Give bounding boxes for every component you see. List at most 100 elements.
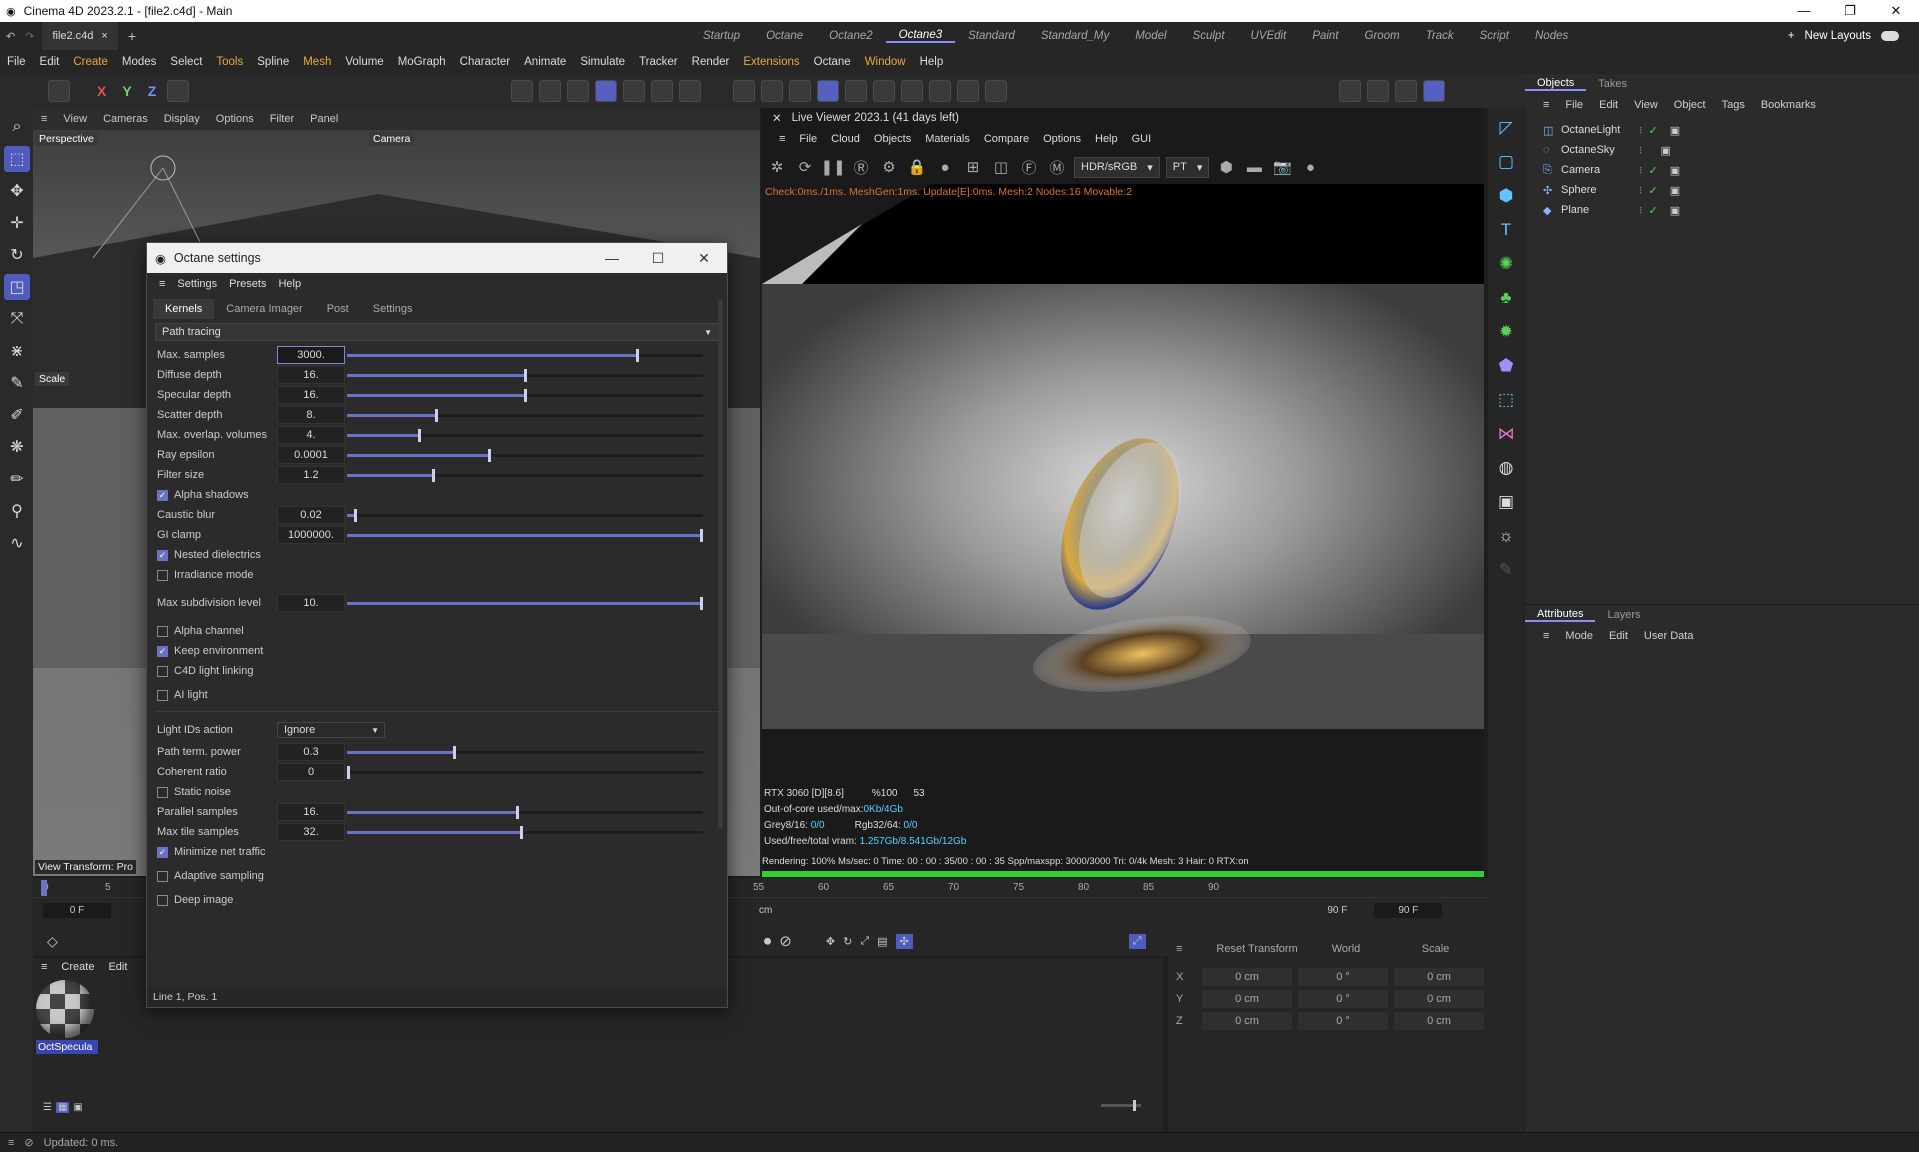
x-axis-toggle[interactable]: X	[92, 83, 111, 99]
add-region-icon[interactable]: ⊞	[962, 156, 984, 178]
slider-knob[interactable]	[354, 508, 358, 522]
edit-icon[interactable]: ✎	[1492, 556, 1520, 584]
model-mode-button[interactable]	[595, 80, 618, 102]
param-key-icon[interactable]: ▤	[877, 935, 887, 948]
param-value-field[interactable]: 32.	[277, 823, 345, 841]
irradiance-mode-row[interactable]: Irradiance mode	[147, 565, 727, 585]
move-icon[interactable]: ✛	[4, 210, 30, 236]
param-slider[interactable]	[347, 596, 703, 610]
viewport-menu-view[interactable]: View	[55, 113, 95, 125]
attributes-menu-edit[interactable]: Edit	[1601, 630, 1636, 642]
render-view-button[interactable]	[1339, 80, 1362, 102]
snap-icon[interactable]: ⋇	[4, 338, 30, 364]
circle-icon[interactable]: ●	[1299, 156, 1321, 178]
param-value-field[interactable]: 10.	[277, 594, 345, 612]
hamburger-icon[interactable]: ≡	[1176, 943, 1182, 955]
sculpt-icon[interactable]: ❋	[4, 434, 30, 460]
layout-tab-track[interactable]: Track	[1413, 30, 1467, 42]
pla-key-icon[interactable]: ✣	[895, 933, 913, 949]
param-slider[interactable]	[347, 448, 703, 462]
render-region-button[interactable]	[845, 80, 868, 102]
z-axis-toggle[interactable]: Z	[143, 83, 162, 99]
visibility-toggle[interactable]: ⁝	[1639, 184, 1643, 197]
list-view-icon[interactable]: ☰	[43, 1102, 52, 1113]
deep-image-checkbox[interactable]	[157, 894, 168, 906]
param-value-field[interactable]: 16.	[277, 803, 345, 821]
viewport-menu-display[interactable]: Display	[156, 113, 208, 125]
layout-tab-standard[interactable]: Standard	[955, 30, 1028, 42]
effector-icon[interactable]: ✹	[1492, 318, 1520, 346]
dialog-scrollbar[interactable]	[718, 299, 723, 829]
asset-button[interactable]	[985, 80, 1008, 102]
param-slider[interactable]	[347, 368, 703, 382]
live-select-icon[interactable]: ✥	[4, 178, 30, 204]
enabled-check-icon[interactable]: ✓	[1649, 164, 1658, 177]
keep-environment-row[interactable]: ✓ Keep environment	[147, 641, 727, 661]
attributes-menu-user-data[interactable]: User Data	[1636, 630, 1702, 642]
objects-menu-view[interactable]: View	[1626, 99, 1666, 111]
param-slider[interactable]	[347, 508, 703, 522]
color-space-select[interactable]: HDR/sRGB ▾	[1074, 156, 1160, 178]
menu-mograph[interactable]: MoGraph	[391, 56, 453, 68]
c4d-light-linking-checkbox[interactable]	[157, 665, 168, 677]
add-tab-icon[interactable]: +	[118, 28, 146, 44]
dialog-tab-settings[interactable]: Settings	[361, 299, 425, 319]
menu-mesh[interactable]: Mesh	[296, 56, 338, 68]
dialog-tab-post[interactable]: Post	[315, 299, 361, 319]
menu-select[interactable]: Select	[163, 56, 209, 68]
param-value-field[interactable]: 8.	[277, 406, 345, 424]
restart-render-icon[interactable]: ⟳	[794, 156, 816, 178]
spline-pen-icon[interactable]: ✎	[4, 370, 30, 396]
mode-select[interactable]: Scale	[1422, 943, 1450, 955]
object-tag-icon[interactable]: ▣	[1670, 124, 1680, 137]
slider-knob[interactable]	[523, 368, 527, 382]
y-axis-toggle[interactable]: Y	[117, 83, 136, 99]
zoom-slider[interactable]	[1101, 1100, 1141, 1111]
menu-file[interactable]: File	[0, 56, 33, 68]
keep-environment-checkbox[interactable]: ✓	[157, 645, 168, 657]
scale-field[interactable]: 0 cm	[1394, 968, 1484, 986]
send-scene-icon[interactable]: ✲	[766, 156, 788, 178]
slider-knob[interactable]	[700, 596, 703, 610]
menu-create[interactable]: Create	[66, 56, 115, 68]
position-field[interactable]: 0 cm	[1202, 968, 1292, 986]
viewport-menu-options[interactable]: Options	[208, 113, 262, 125]
slider-knob[interactable]	[523, 388, 527, 402]
large-view-icon[interactable]: ▣	[73, 1102, 82, 1113]
param-slider[interactable]	[347, 528, 703, 542]
rotate-icon[interactable]: ↻	[4, 242, 30, 268]
snap-settings-button[interactable]	[761, 80, 784, 102]
menu-volume[interactable]: Volume	[338, 56, 390, 68]
redo-icon[interactable]: ↷	[21, 30, 38, 43]
dialog-tab-camera-imager[interactable]: Camera Imager	[214, 299, 314, 319]
menu-character[interactable]: Character	[453, 56, 518, 68]
object-tag-icon[interactable]: ▣	[1670, 204, 1680, 217]
param-value-field[interactable]: 0	[277, 763, 345, 781]
param-slider[interactable]	[347, 428, 703, 442]
cloner-icon[interactable]: ♣	[1492, 284, 1520, 312]
current-frame-field[interactable]: 0 F	[43, 902, 111, 918]
camera-icon[interactable]: 📷	[1271, 156, 1293, 178]
layout-tab-uvedit[interactable]: UVEdit	[1238, 30, 1300, 42]
coord-mode-icon[interactable]: ⤢	[1128, 933, 1146, 949]
dialog-menu-help[interactable]: Help	[272, 278, 307, 290]
layout-tab-startup[interactable]: Startup	[690, 30, 753, 42]
viewport-menu-panel[interactable]: Panel	[302, 113, 346, 125]
playhead[interactable]	[41, 880, 47, 896]
null-object-icon[interactable]: ▢	[1492, 148, 1520, 176]
alpha-shadows-row[interactable]: ✓ Alpha shadows	[147, 485, 727, 505]
slider-knob[interactable]	[700, 528, 703, 542]
layout-tab-nodes[interactable]: Nodes	[1522, 30, 1581, 42]
alpha-channel-checkbox[interactable]	[157, 625, 168, 637]
object-tag-icon[interactable]: ▣	[1670, 184, 1680, 197]
slider-knob[interactable]	[488, 448, 492, 462]
region-render-icon[interactable]: Ⓡ	[850, 156, 872, 178]
attributes-menu-mode[interactable]: Mode	[1557, 630, 1601, 642]
rotation-field[interactable]: 0 °	[1298, 1012, 1388, 1030]
autokey-icon[interactable]: ⊘	[779, 932, 792, 950]
param-slider[interactable]	[347, 745, 703, 759]
tab-objects[interactable]: Objects	[1525, 77, 1587, 91]
edges-mode-button[interactable]	[539, 80, 562, 102]
select-icon[interactable]: ⬚	[4, 146, 30, 172]
param-value-field[interactable]: 1.2	[277, 466, 345, 484]
